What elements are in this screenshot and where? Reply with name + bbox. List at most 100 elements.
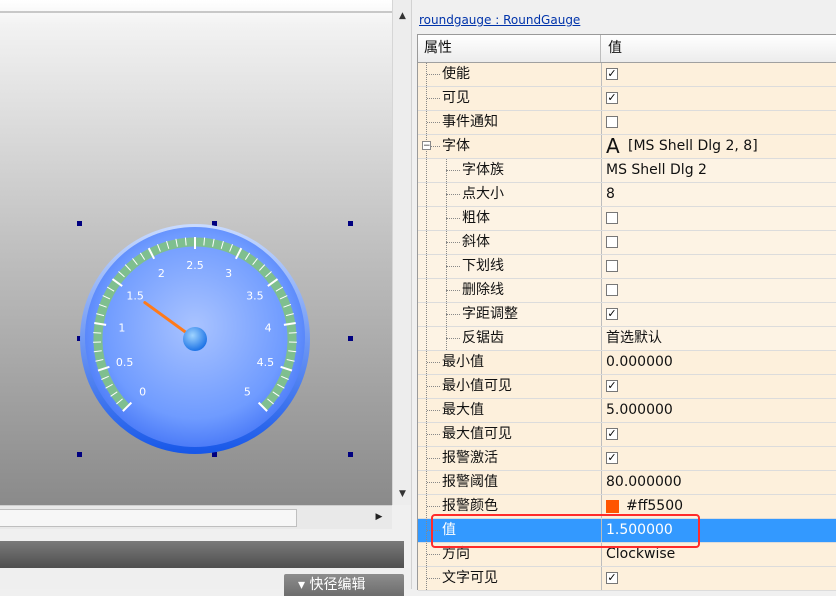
column-divider — [601, 567, 602, 590]
property-row[interactable]: − 字体 A [MS Shell Dlg 2, 8] — [418, 135, 836, 159]
column-header-property[interactable]: 属性 — [418, 35, 601, 62]
checkbox-unchecked[interactable] — [606, 260, 618, 272]
property-name: 下划线 — [462, 255, 504, 278]
property-value[interactable]: 5.000000 — [606, 399, 673, 422]
property-name: 最大值可见 — [442, 423, 512, 446]
tree-line — [446, 255, 448, 278]
object-title-link[interactable]: roundgauge : RoundGauge — [419, 9, 580, 31]
tree-line — [426, 255, 428, 278]
tree-branch — [427, 578, 440, 580]
tree-line — [446, 327, 448, 350]
column-divider — [601, 207, 602, 230]
column-header-value[interactable]: 值 — [602, 35, 836, 62]
checkbox-unchecked[interactable] — [606, 236, 618, 248]
scroll-up-arrow-icon[interactable]: ▲ — [393, 8, 412, 24]
property-name: 最大值 — [442, 399, 484, 422]
gauge-tick-label: 3 — [225, 267, 232, 280]
property-row[interactable]: 粗体 — [418, 207, 836, 231]
tree-line — [426, 231, 428, 254]
property-row[interactable]: 字体族 MS Shell Dlg 2 — [418, 159, 836, 183]
property-row[interactable]: 点大小8 — [418, 183, 836, 207]
property-name: 字体族 — [462, 159, 504, 182]
property-row[interactable]: 反锯齿首选默认 — [418, 327, 836, 351]
collapse-toggle-icon[interactable]: − — [422, 141, 431, 150]
gauge-tick-label: 3.5 — [246, 290, 264, 303]
property-row[interactable]: 文字可见✓ — [418, 567, 836, 591]
property-name: 报警激活 — [442, 447, 498, 470]
tree-branch — [446, 170, 460, 172]
gauge-minor-tick — [289, 333, 297, 334]
tree-line — [426, 159, 428, 182]
checkbox-checked[interactable]: ✓ — [606, 380, 618, 392]
quick-edit-button[interactable]: ▾ 快径编辑 — [284, 574, 404, 596]
tree-branch — [427, 506, 440, 508]
property-name: 字体 — [442, 135, 470, 158]
checkbox-checked[interactable]: ✓ — [606, 452, 618, 464]
tree-line — [426, 327, 428, 350]
canvas-vertical-scrollbar[interactable]: ▲ ▼ — [392, 0, 412, 505]
property-row[interactable]: 斜体 — [418, 231, 836, 255]
gauge-tick-label: 4 — [265, 321, 272, 334]
column-divider — [601, 159, 602, 182]
property-grid-header: 属性 值 — [418, 35, 836, 63]
property-value[interactable]: MS Shell Dlg 2 — [606, 159, 707, 182]
property-row[interactable]: 可见 ✓ — [418, 87, 836, 111]
property-value[interactable]: 0.000000 — [606, 351, 673, 374]
property-row[interactable]: 事件通知 — [418, 111, 836, 135]
property-value[interactable]: 首选默认 — [606, 327, 662, 350]
property-name: 删除线 — [462, 279, 504, 302]
property-value[interactable]: [MS Shell Dlg 2, 8] — [628, 135, 758, 158]
property-row[interactable]: 最小值可见 ✓ — [418, 375, 836, 399]
tree-branch — [427, 410, 440, 412]
gauge-hub — [183, 327, 207, 351]
property-row[interactable]: 最大值 5.000000 — [418, 399, 836, 423]
tree-line — [446, 303, 448, 326]
property-name: 可见 — [442, 87, 470, 110]
checkbox-unchecked[interactable] — [606, 116, 618, 128]
tree-line — [426, 279, 428, 302]
tree-line — [446, 231, 448, 254]
property-grid[interactable]: 属性 值 使能✓可见✓事件通知−字体A[MS Shell Dlg 2, 8]字体… — [417, 34, 836, 590]
design-canvas[interactable]: 00.511.522.533.544.55 — [0, 0, 392, 505]
property-name: 粗体 — [462, 207, 490, 230]
property-name: 最小值可见 — [442, 375, 512, 398]
checkbox-unchecked[interactable] — [606, 212, 618, 224]
gauge-tick-label: 2 — [158, 267, 165, 280]
property-row[interactable]: 下划线 — [418, 255, 836, 279]
property-value[interactable]: 8 — [606, 183, 615, 206]
tree-branch — [427, 98, 440, 100]
property-value[interactable]: 80.000000 — [606, 471, 682, 494]
canvas-horizontal-scrollbar[interactable]: ▶ — [0, 505, 392, 529]
property-row[interactable]: 字距调整 ✓ — [418, 303, 836, 327]
column-divider — [601, 351, 602, 374]
tree-branch — [446, 266, 460, 268]
property-row[interactable]: 最大值可见 ✓ — [418, 423, 836, 447]
tree-branch — [427, 458, 440, 460]
horizontal-scroll-thumb[interactable] — [0, 509, 297, 527]
scroll-down-arrow-icon[interactable]: ▼ — [393, 486, 412, 502]
gauge-tick-label: 4.5 — [257, 356, 275, 369]
scroll-right-arrow-icon[interactable]: ▶ — [370, 509, 388, 525]
checkbox-checked[interactable]: ✓ — [606, 68, 618, 80]
checkbox-checked[interactable]: ✓ — [606, 572, 618, 584]
round-gauge-widget[interactable]: 00.511.522.533.544.55 — [0, 0, 392, 505]
tree-branch — [427, 554, 440, 556]
property-row[interactable]: 使能✓ — [418, 63, 836, 87]
gauge-tick-label: 0.5 — [116, 356, 134, 369]
tree-line — [446, 159, 448, 182]
property-row[interactable]: 报警阈值80.000000 — [418, 471, 836, 495]
property-row[interactable]: 最小值0.000000 — [418, 351, 836, 375]
font-icon: A — [606, 135, 620, 158]
checkbox-checked[interactable]: ✓ — [606, 308, 618, 320]
tree-branch — [427, 122, 440, 124]
checkbox-checked[interactable]: ✓ — [606, 92, 618, 104]
property-row[interactable]: 删除线 — [418, 279, 836, 303]
column-divider — [601, 231, 602, 254]
checkbox-unchecked[interactable] — [606, 284, 618, 296]
property-row[interactable]: 报警激活 ✓ — [418, 447, 836, 471]
checkbox-checked[interactable]: ✓ — [606, 428, 618, 440]
gauge-tick-label: 2.5 — [186, 259, 204, 272]
color-swatch[interactable] — [606, 500, 619, 513]
column-divider — [601, 303, 602, 326]
property-name: 字距调整 — [462, 303, 518, 326]
